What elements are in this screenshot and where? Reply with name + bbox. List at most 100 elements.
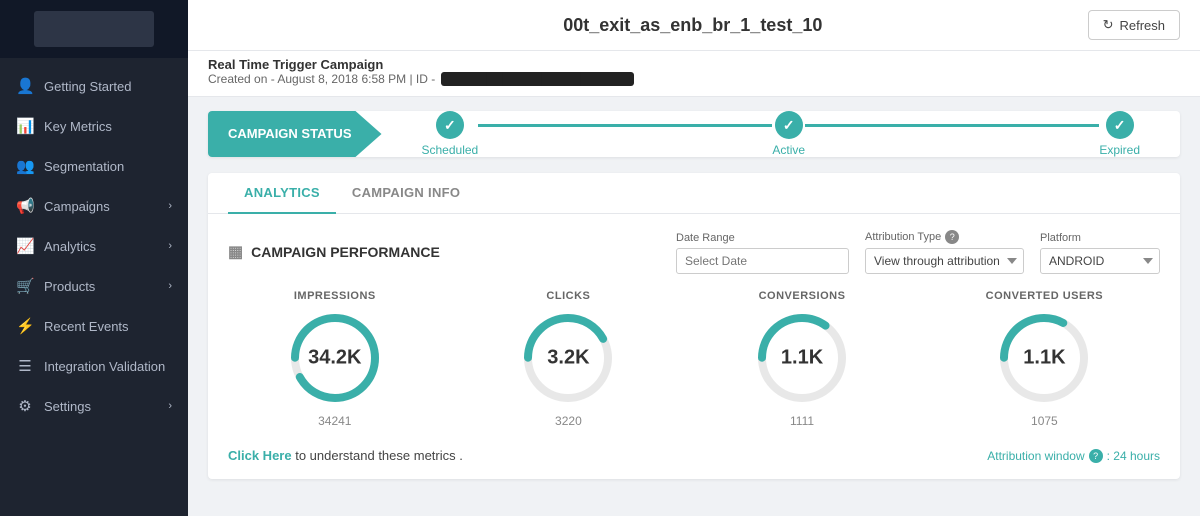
step-label-0: Scheduled bbox=[422, 143, 479, 157]
refresh-icon: ↻ bbox=[1103, 17, 1114, 33]
metric-card-conversions: CONVERSIONS 1.1K 1111 bbox=[752, 290, 852, 428]
metric-raw-conversions: 1111 bbox=[790, 414, 814, 428]
attribution-type-group: Attribution Type ? View through attribut… bbox=[865, 230, 1024, 274]
date-range-group: Date Range bbox=[676, 232, 849, 274]
campaign-type: Real Time Trigger Campaign bbox=[208, 57, 1180, 72]
metric-title-impressions: IMPRESSIONS bbox=[294, 290, 376, 302]
metric-title-converted-users: CONVERTED USERS bbox=[986, 290, 1104, 302]
nav-label-segmentation: Segmentation bbox=[44, 159, 124, 174]
top-header: 00t_exit_as_enb_br_1_test_10 ↻ Refresh bbox=[188, 0, 1200, 51]
tab-analytics[interactable]: ANALYTICS bbox=[228, 173, 336, 214]
attribution-type-select[interactable]: View through attributionClick through at… bbox=[865, 248, 1024, 274]
campaign-created: Created on - August 8, 2018 6:58 PM | ID… bbox=[208, 72, 1180, 86]
sidebar-nav: 👤 Getting Started 📊 Key Metrics 👥 Segmen… bbox=[0, 58, 188, 516]
sidebar-item-integration-validation[interactable]: ☰ Integration Validation bbox=[0, 346, 188, 386]
sidebar-item-products[interactable]: 🛒 Products › bbox=[0, 266, 188, 306]
analytics-footer: Click Here to understand these metrics .… bbox=[228, 442, 1160, 463]
step-line-1 bbox=[478, 124, 772, 127]
chevron-icon-analytics: › bbox=[168, 240, 172, 252]
sidebar-item-segmentation[interactable]: 👥 Segmentation bbox=[0, 146, 188, 186]
step-circle-2: ✓ bbox=[1106, 111, 1134, 139]
nav-label-settings: Settings bbox=[44, 399, 91, 414]
tabs-header: ANALYTICSCAMPAIGN INFO bbox=[208, 173, 1180, 214]
main-content: 00t_exit_as_enb_br_1_test_10 ↻ Refresh R… bbox=[188, 0, 1200, 516]
step-active: ✓ Active bbox=[772, 111, 805, 157]
metric-raw-clicks: 3220 bbox=[555, 414, 582, 428]
nav-label-recent-events: Recent Events bbox=[44, 319, 129, 334]
nav-icon-key-metrics: 📊 bbox=[16, 117, 34, 135]
analytics-panel: ▦ CAMPAIGN PERFORMANCE Date Range Attrib… bbox=[208, 214, 1180, 479]
step-line-2 bbox=[805, 124, 1099, 127]
sidebar-logo bbox=[0, 0, 188, 58]
bar-chart-icon: ▦ bbox=[228, 242, 243, 262]
metric-card-converted-users: CONVERTED USERS 1.1K 1075 bbox=[986, 290, 1104, 428]
chevron-icon-settings: › bbox=[168, 400, 172, 412]
metric-title-clicks: CLICKS bbox=[546, 290, 590, 302]
metric-value-converted-users: 1.1K bbox=[1023, 347, 1065, 370]
nav-icon-getting-started: 👤 bbox=[16, 77, 34, 95]
metric-title-conversions: CONVERSIONS bbox=[759, 290, 846, 302]
nav-label-integration-validation: Integration Validation bbox=[44, 359, 165, 374]
campaign-status-bar: CAMPAIGN STATUS ✓ Scheduled ✓ Active ✓ E… bbox=[208, 111, 1180, 157]
nav-icon-integration-validation: ☰ bbox=[16, 357, 34, 375]
filters: Date Range Attribution Type ? View throu… bbox=[676, 230, 1160, 274]
metric-raw-converted-users: 1075 bbox=[1031, 414, 1058, 428]
nav-label-key-metrics: Key Metrics bbox=[44, 119, 112, 134]
chevron-icon-campaigns: › bbox=[168, 200, 172, 212]
nav-label-campaigns: Campaigns bbox=[44, 199, 110, 214]
date-range-label: Date Range bbox=[676, 232, 849, 244]
sidebar-item-campaigns[interactable]: 📢 Campaigns › bbox=[0, 186, 188, 226]
tab-campaign-info[interactable]: CAMPAIGN INFO bbox=[336, 173, 476, 214]
tabs-container: ANALYTICSCAMPAIGN INFO ▦ CAMPAIGN PERFOR… bbox=[208, 173, 1180, 479]
step-expired: ✓ Expired bbox=[1099, 111, 1140, 157]
metric-card-clicks: CLICKS 3.2K 3220 bbox=[518, 290, 618, 428]
sidebar-item-getting-started[interactable]: 👤 Getting Started bbox=[0, 66, 188, 106]
attribution-window-help-icon[interactable]: ? bbox=[1089, 449, 1103, 463]
nav-icon-analytics: 📈 bbox=[16, 237, 34, 255]
attribution-type-label: Attribution Type ? bbox=[865, 230, 1024, 244]
nav-icon-segmentation: 👥 bbox=[16, 157, 34, 175]
campaign-meta: Real Time Trigger Campaign Created on - … bbox=[188, 51, 1200, 97]
platform-label: Platform bbox=[1040, 232, 1160, 244]
campaign-id: █████████████████ bbox=[441, 72, 634, 86]
analytics-top: ▦ CAMPAIGN PERFORMANCE Date Range Attrib… bbox=[228, 230, 1160, 274]
nav-icon-settings: ⚙ bbox=[16, 397, 34, 415]
metric-raw-impressions: 34241 bbox=[318, 414, 351, 428]
attribution-window: Attribution window ? : 24 hours bbox=[987, 449, 1160, 463]
step-circle-1: ✓ bbox=[775, 111, 803, 139]
attribution-help-icon[interactable]: ? bbox=[945, 230, 959, 244]
content-area: CAMPAIGN STATUS ✓ Scheduled ✓ Active ✓ E… bbox=[188, 97, 1200, 516]
sidebar-item-analytics[interactable]: 📈 Analytics › bbox=[0, 226, 188, 266]
metric-value-clicks: 3.2K bbox=[547, 347, 589, 370]
donut-impressions: 34.2K bbox=[285, 308, 385, 408]
refresh-label: Refresh bbox=[1119, 18, 1165, 33]
sidebar-item-recent-events[interactable]: ⚡ Recent Events bbox=[0, 306, 188, 346]
nav-icon-recent-events: ⚡ bbox=[16, 317, 34, 335]
nav-label-getting-started: Getting Started bbox=[44, 79, 131, 94]
chevron-icon-products: › bbox=[168, 280, 172, 292]
sidebar: 👤 Getting Started 📊 Key Metrics 👥 Segmen… bbox=[0, 0, 188, 516]
nav-label-analytics: Analytics bbox=[44, 239, 96, 254]
logo bbox=[34, 11, 154, 47]
metric-value-impressions: 34.2K bbox=[308, 347, 361, 370]
date-range-input[interactable] bbox=[676, 248, 849, 274]
sidebar-item-settings[interactable]: ⚙ Settings › bbox=[0, 386, 188, 426]
nav-label-products: Products bbox=[44, 279, 95, 294]
metrics-row: IMPRESSIONS 34.2K 34241 CLICKS 3.2K 3220… bbox=[228, 290, 1160, 428]
step-label-2: Expired bbox=[1099, 143, 1140, 157]
nav-icon-products: 🛒 bbox=[16, 277, 34, 295]
metric-value-conversions: 1.1K bbox=[781, 347, 823, 370]
status-steps: ✓ Scheduled ✓ Active ✓ Expired bbox=[382, 111, 1181, 157]
nav-icon-campaigns: 📢 bbox=[16, 197, 34, 215]
sidebar-item-key-metrics[interactable]: 📊 Key Metrics bbox=[0, 106, 188, 146]
refresh-button[interactable]: ↻ Refresh bbox=[1088, 10, 1180, 40]
donut-converted-users: 1.1K bbox=[994, 308, 1094, 408]
campaign-title: 00t_exit_as_enb_br_1_test_10 bbox=[298, 15, 1088, 36]
platform-select[interactable]: ANDROIDIOS bbox=[1040, 248, 1160, 274]
status-label: CAMPAIGN STATUS bbox=[208, 111, 382, 157]
donut-conversions: 1.1K bbox=[752, 308, 852, 408]
platform-group: Platform ANDROIDIOS bbox=[1040, 232, 1160, 274]
step-scheduled: ✓ Scheduled bbox=[422, 111, 479, 157]
step-label-1: Active bbox=[772, 143, 805, 157]
click-here-link[interactable]: Click Here bbox=[228, 448, 292, 463]
